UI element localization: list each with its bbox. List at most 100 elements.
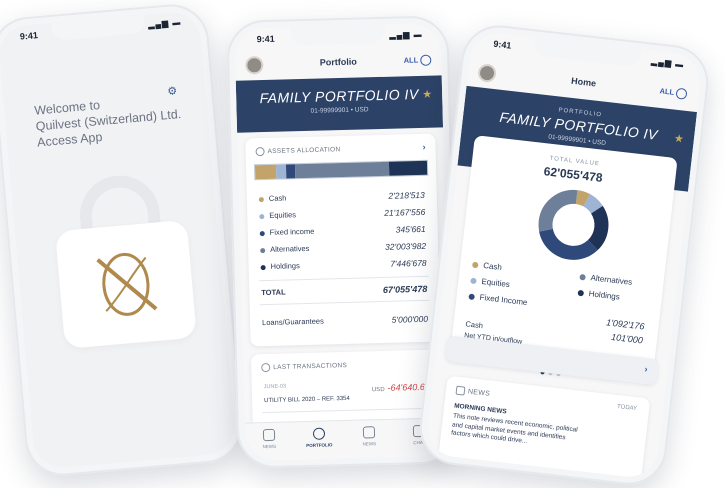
allocation-label: Cash bbox=[268, 193, 287, 203]
tab-item[interactable]: NEWS bbox=[251, 428, 288, 450]
favorite-star-icon[interactable]: ★ bbox=[673, 132, 684, 146]
loans-row: Loans/Guarantees 5'000'000 bbox=[262, 314, 428, 332]
allocation-bar-segment bbox=[275, 164, 287, 179]
transaction-currency: USD bbox=[371, 386, 385, 394]
tab-item[interactable]: NEWS bbox=[351, 426, 388, 447]
total-label: TOTAL bbox=[261, 287, 286, 298]
allocation-value: 7'446'678 bbox=[390, 257, 427, 269]
cash-label: Cash bbox=[465, 319, 484, 331]
allocation-label: Equities bbox=[269, 210, 297, 220]
transaction-amount: USD-45'235.79 bbox=[374, 458, 432, 461]
divider bbox=[262, 407, 433, 414]
transactions-list: JUNE-03 UTILITY BILL 2020 – REF. 3354 USD -… bbox=[251, 349, 441, 461]
card-heading: LAST TRANSACTIONS bbox=[261, 361, 348, 373]
news-body: This note reviews recent economic, polit… bbox=[451, 412, 637, 458]
status-time: 9:41 bbox=[492, 38, 512, 51]
transactions-heading: LAST TRANSACTIONS bbox=[273, 362, 348, 372]
assets-allocation-card[interactable]: ASSETS ALLOCATION › Cash 2'218'513 Equitie… bbox=[245, 133, 441, 347]
allocation-heading: ASSETS ALLOCATION bbox=[267, 146, 341, 156]
legend-label: Equities bbox=[480, 276, 511, 290]
allocation-row[interactable]: Holdings 7'446'678 bbox=[260, 257, 427, 276]
transaction-amount: USD -64'640.67 bbox=[372, 382, 430, 394]
allocation-value: 21'167'556 bbox=[384, 206, 426, 218]
transactions-icon bbox=[261, 362, 271, 373]
legend-dot bbox=[471, 261, 479, 269]
portfolio-tab-icon bbox=[312, 427, 326, 440]
legend-item[interactable]: Alternatives bbox=[579, 272, 633, 287]
legend-dot bbox=[468, 293, 476, 301]
portfolio-banner[interactable]: FAMILY PORTFOLIO IV 01-99999901 • USD ★ bbox=[235, 75, 444, 133]
legend-label: Fixed Income bbox=[479, 292, 528, 308]
transaction-date: JUNE-03 bbox=[263, 383, 287, 391]
filter-icon bbox=[420, 54, 432, 66]
allocation-value: 2'218'513 bbox=[388, 189, 425, 201]
allocation-list: Cash 2'218'513 Equities 21'167'556 Fixed inc… bbox=[245, 134, 435, 271]
legend-dot bbox=[260, 247, 266, 253]
divider bbox=[259, 299, 430, 306]
donut-chart bbox=[538, 189, 609, 260]
card-heading: NEWS bbox=[455, 385, 491, 399]
allocation-row[interactable]: Cash 2'218'513 bbox=[258, 189, 425, 208]
legend-item[interactable]: Equities bbox=[470, 276, 510, 289]
signal-battery-icon: ▂▄▆ ▬ bbox=[147, 17, 182, 30]
favorite-star-icon[interactable]: ★ bbox=[422, 88, 432, 101]
welcome-text: Welcome to Quilvest (Switzerland) Ltd. A… bbox=[34, 90, 188, 151]
divider bbox=[258, 275, 429, 282]
legend-label: Holdings bbox=[588, 289, 621, 302]
transaction-value: -45'235.79 bbox=[389, 458, 432, 461]
legend-dot bbox=[259, 230, 265, 236]
value-primary: 1'092'176 bbox=[605, 317, 645, 332]
news-card[interactable]: NEWS TODAY MORNING NEWS This note review… bbox=[437, 375, 651, 480]
allocation-donut[interactable] bbox=[531, 183, 616, 272]
welcome-screen: 9:41 ▂▄▆ ▬ Welcome to Quilvest (Switzerl… bbox=[0, 10, 237, 470]
phone-welcome: 9:41 ▂▄▆ ▬ Welcome to Quilvest (Switzerl… bbox=[0, 1, 246, 479]
tab-label: NEWS bbox=[262, 443, 277, 450]
status-bar: 9:41 ▂▄▆ ▬ bbox=[257, 30, 423, 48]
cash-value: 101'000 bbox=[610, 331, 644, 346]
total-row: TOTAL 67'055'478 bbox=[261, 284, 427, 297]
allocation-bar bbox=[253, 159, 429, 181]
allocation-value: 345'661 bbox=[395, 223, 426, 235]
gear-icon[interactable]: ⚙ bbox=[167, 84, 178, 98]
filter-label: ALL bbox=[403, 55, 419, 65]
legend-item[interactable]: Cash bbox=[471, 260, 503, 273]
logo-tab-icon bbox=[262, 428, 276, 442]
allocation-label: Alternatives bbox=[270, 243, 310, 254]
legend-dot bbox=[577, 289, 585, 297]
total-value: 67'055'478 bbox=[382, 283, 428, 295]
tab-label: PORTFOLIO bbox=[306, 442, 333, 449]
tab-label: NEWS bbox=[362, 441, 377, 447]
allocation-bar-segment bbox=[389, 160, 428, 176]
filter-all-button[interactable]: ALL bbox=[403, 54, 432, 67]
news-heading: NEWS bbox=[467, 388, 491, 398]
legend-dot bbox=[260, 264, 266, 270]
legend-item[interactable]: Holdings bbox=[577, 288, 620, 302]
filter-all-button[interactable]: ALL bbox=[659, 86, 688, 100]
tab-item[interactable]: PORTFOLIO bbox=[301, 427, 338, 448]
allocation-value: 32'003'982 bbox=[384, 240, 427, 252]
transaction-description[interactable]: UTILITY BILL 2020 – REF. 3354 bbox=[264, 396, 350, 404]
allocation-icon bbox=[255, 147, 265, 157]
legend-dot bbox=[258, 196, 264, 202]
legend-label: Cash bbox=[482, 260, 503, 273]
legend-dot bbox=[470, 277, 477, 285]
allocation-bar-segment bbox=[285, 164, 295, 179]
chevron-right-icon[interactable]: › bbox=[644, 364, 648, 374]
status-time: 9:41 bbox=[19, 30, 39, 42]
news-tab-icon bbox=[362, 426, 376, 439]
phone-home: 9:41 ▂▄▆ ▬ Home ALL PORTFOLIO FAMILY POR… bbox=[415, 21, 713, 488]
qv-monogram-icon[interactable] bbox=[74, 235, 177, 333]
status-time: 9:41 bbox=[256, 33, 275, 45]
allocation-row[interactable]: Equities 21'167'556 bbox=[259, 207, 425, 225]
filter-label: ALL bbox=[659, 86, 675, 97]
legend-label: Alternatives bbox=[590, 273, 633, 287]
portfolio-name: FAMILY PORTFOLIO IV bbox=[259, 85, 419, 107]
account-number: 01-99999901 • USD bbox=[310, 106, 369, 115]
loans-label: Loans/Guarantees bbox=[261, 316, 324, 328]
allocation-row[interactable]: Alternatives 32'003'982 bbox=[260, 241, 426, 259]
legend-item[interactable]: Fixed Income bbox=[468, 292, 528, 308]
chevron-right-icon[interactable]: › bbox=[422, 142, 425, 152]
loans-value: 5'000'000 bbox=[391, 313, 429, 325]
portfolio-screen: 9:41 ▂▄▆ ▬ Portfolio ALL FAMILY PORTFOLI… bbox=[234, 23, 452, 461]
allocation-row[interactable]: Fixed income 345'661 bbox=[259, 223, 426, 242]
